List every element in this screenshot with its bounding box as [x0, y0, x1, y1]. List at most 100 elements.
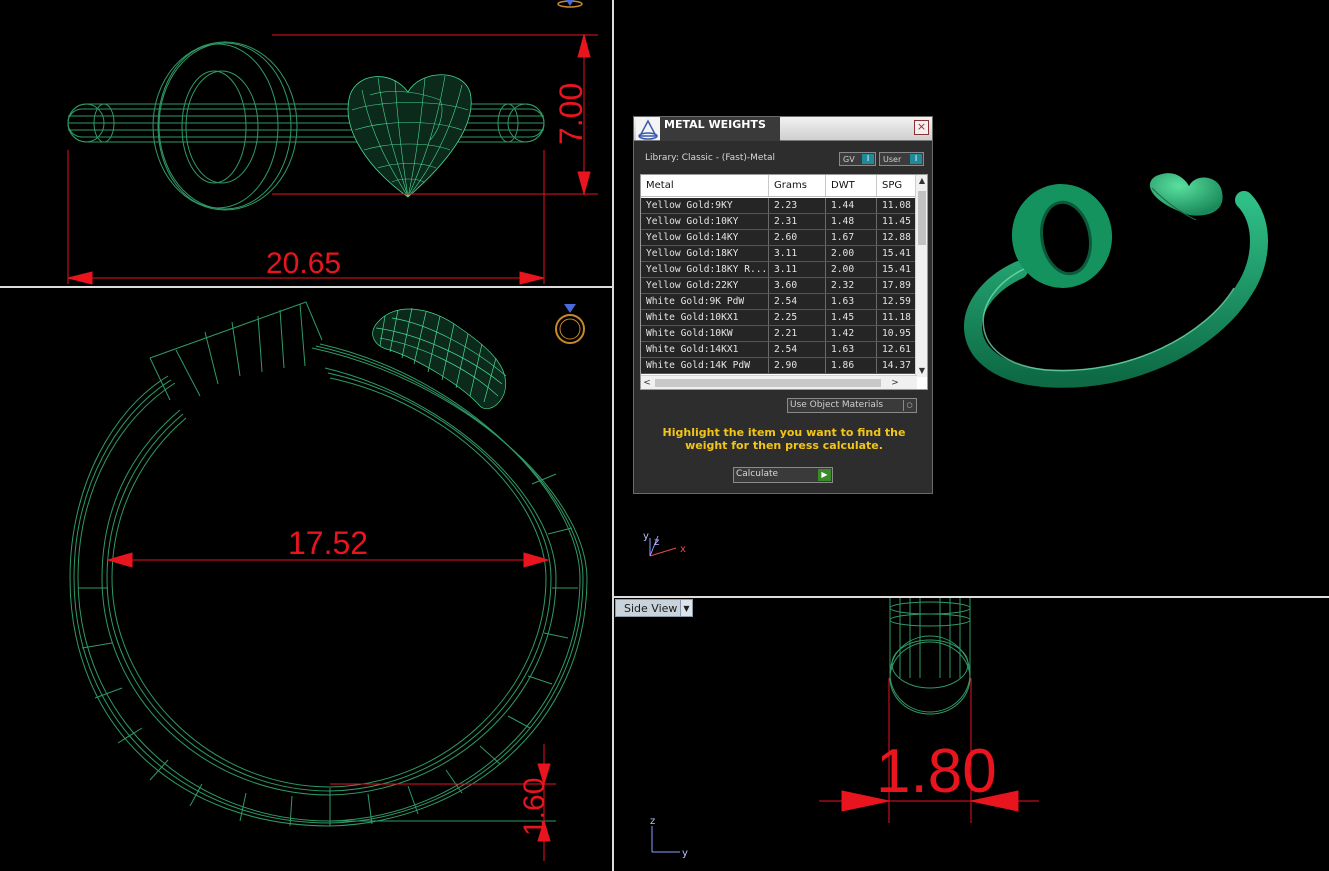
table-row[interactable]: White Gold:14KX1 2.54 1.63 12.61 — [641, 342, 917, 358]
table-row[interactable]: Yellow Gold:18KY 3.11 2.00 15.41 — [641, 246, 917, 262]
materials-select-value: Use Object Materials — [790, 400, 884, 410]
table-cell: 15.41 — [882, 264, 911, 275]
table-row[interactable]: White Gold:9K PdW 2.54 1.63 12.59 — [641, 294, 917, 310]
table-horizontal-scrollbar[interactable]: < > — [641, 375, 917, 389]
front-viewport[interactable]: 17.52 1.60 — [0, 288, 612, 871]
top-view-drawing: 7.00 20.65 — [67, 0, 598, 285]
table-body: Yellow Gold:9KY 2.23 1.44 11.08 Yellow Gold… — [641, 198, 917, 374]
table-row[interactable]: Yellow Gold:14KY 2.60 1.67 12.88 — [641, 230, 917, 246]
front-view-drawing: 17.52 1.60 — [69, 301, 588, 861]
table-cell: 1.48 — [826, 214, 877, 229]
table-cell: Yellow Gold:18KY R... — [641, 262, 769, 277]
table-cell: Yellow Gold:14KY — [641, 230, 769, 245]
play-icon: ▶ — [818, 469, 831, 481]
metal-weights-panel: METAL WEIGHTS × Library: Classic - (Fast… — [633, 116, 933, 494]
table-cell: 14.37 — [882, 360, 911, 371]
front-diameter-dimension: 17.52 — [288, 525, 368, 561]
chevron-down-icon[interactable]: ▼ — [680, 600, 692, 616]
side-view-drawing: 1.80 z y — [650, 598, 1039, 859]
metal-table: Metal Grams DWT SPG Yellow Gold:9KY 2.23 1… — [640, 174, 928, 390]
table-cell: 3.11 — [769, 246, 826, 261]
table-cell: White Gold:10KX1 — [641, 310, 769, 325]
table-cell: 2.23 — [769, 198, 826, 213]
scroll-thumb[interactable] — [918, 191, 926, 245]
heart-charm-side-wireframe — [372, 307, 507, 409]
library-label: Library: Classic - (Fast)-Metal — [645, 153, 776, 163]
table-cell: 1.86 — [826, 358, 877, 373]
close-button[interactable]: × — [914, 120, 929, 135]
instruction-text: Highlight the item you want to find the … — [662, 426, 906, 452]
axis-x-label: x — [680, 544, 686, 555]
axis-y-label: y — [682, 848, 688, 859]
table-vertical-scrollbar[interactable]: ▲ ▼ — [915, 175, 927, 377]
column-header-grams[interactable]: Grams — [769, 175, 826, 196]
column-header-dwt[interactable]: DWT — [826, 175, 877, 196]
table-cell: 1.45 — [826, 310, 877, 325]
front-thickness-dimension: 1.60 — [518, 778, 551, 836]
table-row[interactable]: White Gold:10KW 2.21 1.42 10.95 — [641, 326, 917, 342]
user-toggle[interactable]: User I — [879, 152, 924, 166]
table-cell: 2.31 — [769, 214, 826, 229]
table-cell: 2.54 — [769, 342, 826, 357]
table-row[interactable]: White Gold:10KX1 2.25 1.45 11.18 — [641, 310, 917, 326]
panel-title: METAL WEIGHTS — [660, 117, 780, 141]
side-viewport[interactable]: 1.80 z y Side View ▼ — [614, 598, 1329, 871]
view-selector-label: Side View — [624, 601, 678, 615]
table-cell: 10.95 — [882, 328, 911, 339]
table-row[interactable]: Yellow Gold:9KY 2.23 1.44 11.08 — [641, 198, 917, 214]
table-cell: 1.67 — [826, 230, 877, 245]
close-icon: × — [916, 120, 927, 133]
table-cell: 1.42 — [826, 326, 877, 341]
table-cell: 12.59 — [882, 296, 911, 307]
table-cell: White Gold:14KX1 — [641, 342, 769, 357]
table-cell: White Gold:14K PdW — [641, 358, 769, 373]
table-cell: 17.89 — [882, 280, 911, 291]
table-cell: 2.00 — [826, 262, 877, 277]
gv-toggle[interactable]: GV I — [839, 152, 876, 166]
materials-select[interactable]: Use Object Materials ○ — [787, 398, 917, 413]
scroll-left-icon[interactable]: < — [641, 376, 653, 389]
table-cell: Yellow Gold:18KY — [641, 246, 769, 261]
column-header-spg[interactable]: SPG — [877, 175, 917, 196]
axis-triad-icon: z y — [650, 816, 688, 859]
view-selector[interactable]: Side View ▼ — [615, 599, 693, 617]
column-header-metal[interactable]: Metal — [641, 175, 769, 196]
calculate-button[interactable]: Calculate ▶ — [733, 467, 833, 483]
axis-triad-icon: y z x — [643, 531, 686, 557]
gv-toggle-label: GV — [843, 154, 855, 164]
table-cell: White Gold:10KW — [641, 326, 769, 341]
heart-charm-wireframe — [347, 74, 472, 198]
table-cell: 2.25 — [769, 310, 826, 325]
scroll-right-icon[interactable]: > — [889, 376, 901, 389]
table-cell: 2.54 — [769, 294, 826, 309]
top-viewport[interactable]: 7.00 20.65 — [0, 0, 612, 286]
table-cell: 1.63 — [826, 342, 877, 357]
table-cell: 1.63 — [826, 294, 877, 309]
panel-titlebar[interactable]: METAL WEIGHTS × — [634, 117, 932, 141]
table-cell: 2.32 — [826, 278, 877, 293]
table-cell: Yellow Gold:22KY — [641, 278, 769, 293]
table-row[interactable]: Yellow Gold:22KY 3.60 2.32 17.89 — [641, 278, 917, 294]
ring-gizmo-icon — [555, 304, 585, 344]
table-cell: Yellow Gold:10KY — [641, 214, 769, 229]
scroll-thumb[interactable] — [655, 379, 881, 387]
table-row[interactable]: Yellow Gold:18KY R... 3.11 2.00 15.41 — [641, 262, 917, 278]
scroll-up-icon[interactable]: ▲ — [916, 175, 927, 187]
top-height-dimension: 7.00 — [553, 83, 589, 145]
table-header: Metal Grams DWT SPG — [641, 175, 917, 197]
table-cell: 2.60 — [769, 230, 826, 245]
calculate-button-label: Calculate — [736, 469, 779, 479]
table-cell: Yellow Gold:9KY — [641, 198, 769, 213]
scroll-down-icon[interactable]: ▼ — [916, 365, 927, 377]
app-logo-icon — [636, 118, 660, 140]
table-cell: 12.88 — [882, 232, 911, 243]
top-width-dimension: 20.65 — [266, 247, 341, 280]
table-cell: 11.45 — [882, 216, 911, 227]
axis-y-label: y — [643, 531, 649, 542]
table-row[interactable]: White Gold:14K PdW 2.90 1.86 14.37 — [641, 358, 917, 374]
table-cell: 3.60 — [769, 278, 826, 293]
table-row[interactable]: Yellow Gold:10KY 2.31 1.48 11.45 — [641, 214, 917, 230]
table-cell: 11.18 — [882, 312, 911, 323]
table-cell: 3.11 — [769, 262, 826, 277]
user-toggle-label: User — [883, 154, 902, 164]
